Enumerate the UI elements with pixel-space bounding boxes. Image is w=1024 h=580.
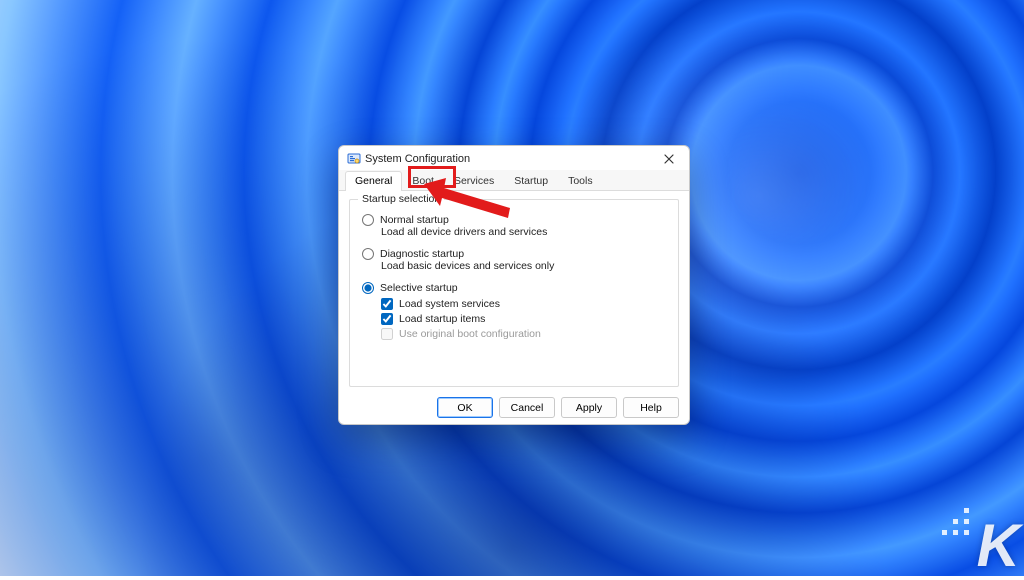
checkbox-load-system-services-label: Load system services (399, 298, 500, 310)
radio-normal-label: Normal startup (380, 214, 449, 226)
apply-button[interactable]: Apply (561, 397, 617, 418)
apply-button-label: Apply (576, 402, 602, 414)
startup-selection-group: Startup selection Normal startup Load al… (349, 199, 679, 387)
option-normal-startup: Normal startup Load all device drivers a… (362, 214, 668, 238)
tab-tools[interactable]: Tools (558, 171, 603, 191)
watermark-letter: K (977, 511, 1018, 580)
window-title: System Configuration (365, 153, 470, 165)
tab-general[interactable]: General (345, 171, 402, 191)
help-button-label: Help (640, 402, 662, 414)
radio-selective-label: Selective startup (380, 282, 458, 294)
cancel-button[interactable]: Cancel (499, 397, 555, 418)
radio-normal-startup[interactable] (362, 214, 374, 226)
cancel-button-label: Cancel (511, 402, 544, 414)
checkbox-load-system-services[interactable] (381, 298, 393, 310)
group-label: Startup selection (358, 193, 444, 205)
checkbox-load-startup-items-label: Load startup items (399, 313, 485, 325)
tab-content-general: Startup selection Normal startup Load al… (339, 191, 689, 391)
checkbox-load-startup-items[interactable] (381, 313, 393, 325)
radio-diagnostic-desc: Load basic devices and services only (381, 260, 668, 272)
checkbox-use-original-boot (381, 328, 393, 340)
help-button[interactable]: Help (623, 397, 679, 418)
tab-tools-label: Tools (568, 175, 593, 187)
tab-services-label: Services (454, 175, 494, 187)
tab-startup-label: Startup (514, 175, 548, 187)
tab-general-label: General (355, 175, 392, 187)
radio-selective-startup[interactable] (362, 282, 374, 294)
system-configuration-dialog: System Configuration General Boot Servic… (338, 145, 690, 425)
tab-strip: General Boot Services Startup Tools (339, 170, 689, 191)
ok-button-label: OK (457, 402, 472, 414)
app-icon (347, 152, 361, 166)
option-selective-startup: Selective startup Load system services L… (362, 282, 668, 340)
tab-boot-label: Boot (412, 175, 434, 187)
tab-services[interactable]: Services (444, 171, 504, 191)
tab-startup[interactable]: Startup (504, 171, 558, 191)
close-button[interactable] (655, 149, 683, 169)
close-icon (664, 154, 674, 164)
titlebar[interactable]: System Configuration (339, 146, 689, 170)
tab-boot[interactable]: Boot (402, 171, 444, 191)
radio-diagnostic-startup[interactable] (362, 248, 374, 260)
ok-button[interactable]: OK (437, 397, 493, 418)
radio-normal-desc: Load all device drivers and services (381, 226, 668, 238)
option-diagnostic-startup: Diagnostic startup Load basic devices an… (362, 248, 668, 272)
checkbox-use-original-boot-label: Use original boot configuration (399, 328, 541, 340)
radio-diagnostic-label: Diagnostic startup (380, 248, 464, 260)
watermark-dots-icon (942, 508, 970, 536)
dialog-button-row: OK Cancel Apply Help (339, 391, 689, 428)
